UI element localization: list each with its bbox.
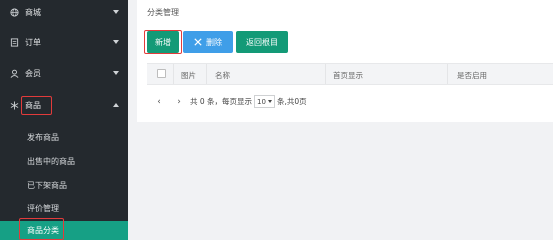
sidebar-item-orders[interactable]: 订单 (0, 30, 128, 54)
pager-total-text: 共 0 条，每页显示 (190, 97, 253, 106)
sidebar-subitem-label: 评价管理 (27, 203, 59, 213)
globe-icon (9, 7, 19, 17)
back-to-root-button[interactable]: 返回根目 (236, 31, 288, 53)
column-divider (447, 64, 448, 84)
highlight-box (144, 30, 182, 54)
column-divider (325, 64, 326, 84)
sidebar-subitem-off-shelf[interactable]: 已下架商品 (0, 175, 128, 195)
sidebar-subitem-label: 发布商品 (27, 132, 59, 142)
select-all-checkbox[interactable] (157, 69, 166, 78)
user-icon (9, 68, 19, 78)
column-header-enabled: 是否启用 (457, 71, 487, 80)
column-divider (206, 64, 207, 84)
sidebar-item-mall[interactable]: 商城 (0, 0, 128, 24)
table-header: 图片 名称 首页显示 是否启用 (147, 63, 553, 85)
page-size-value: 10 (257, 97, 266, 106)
sidebar-subitem-label: 已下架商品 (27, 180, 67, 190)
sidebar-subitem-reviews[interactable]: 评价管理 (0, 198, 128, 218)
sidebar-subitem-publish[interactable]: 发布商品 (0, 127, 128, 147)
sidebar-subitem-label: 出售中的商品 (27, 156, 75, 166)
delete-button-label: 删除 (206, 37, 222, 47)
chevron-down-icon (113, 10, 119, 14)
page-title: 分类管理 (147, 8, 179, 17)
page-size-select[interactable]: 10 (254, 95, 275, 108)
sidebar-item-products[interactable]: 商品 (0, 93, 128, 117)
sidebar-subitem-on-sale[interactable]: 出售中的商品 (0, 151, 128, 171)
chevron-down-icon (113, 71, 119, 75)
sidebar-item-label: 会员 (25, 68, 41, 78)
delete-button[interactable]: 删除 (183, 31, 233, 53)
pagination: ‹ › 共 0 条，每页显示 10 条,共0页 (154, 95, 307, 108)
snowflake-icon (9, 100, 19, 110)
sidebar-item-members[interactable]: 会员 (0, 61, 128, 85)
pager-pages-text: 条,共0页 (276, 97, 307, 106)
highlight-box (19, 218, 64, 240)
next-page-icon[interactable]: › (174, 97, 184, 107)
sidebar-item-label: 订单 (25, 37, 41, 47)
prev-page-icon[interactable]: ‹ (154, 97, 164, 107)
dropdown-arrow-icon (267, 100, 272, 103)
highlight-box (21, 96, 52, 115)
chevron-down-icon (113, 40, 119, 44)
sidebar-item-label: 商城 (25, 7, 41, 17)
back-button-label: 返回根目 (246, 37, 278, 47)
column-header-image: 图片 (181, 71, 196, 80)
chevron-up-icon (113, 103, 119, 107)
column-divider (173, 64, 174, 84)
sidebar: 商城 订单 会员 商品 发布商品 出售中的商品 已下架商品 评价管理 商品分类 (0, 0, 128, 240)
column-header-homepage-display: 首页显示 (333, 71, 363, 80)
close-icon (194, 38, 202, 46)
column-header-name: 名称 (215, 71, 230, 80)
orders-icon (9, 37, 19, 47)
